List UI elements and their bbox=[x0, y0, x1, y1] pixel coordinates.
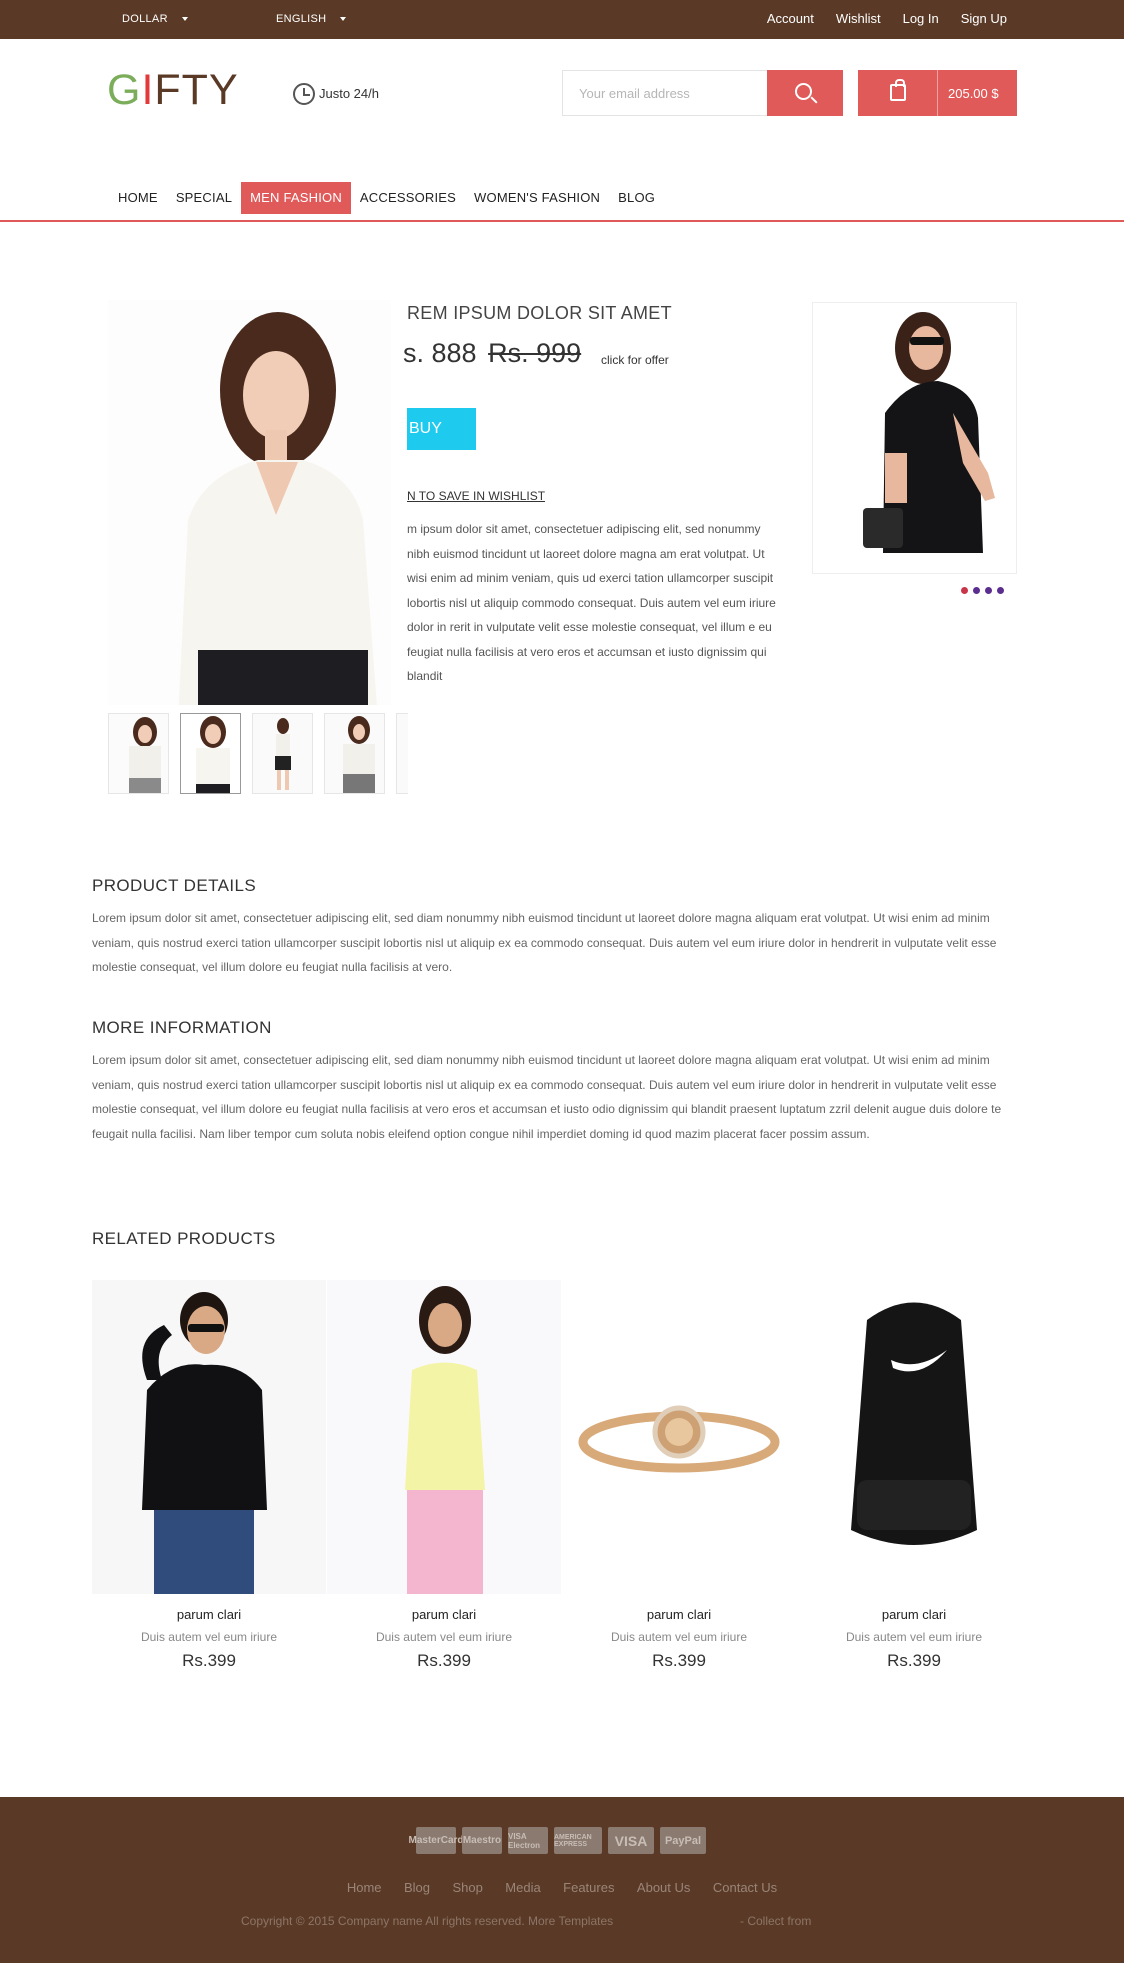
related-product-name[interactable]: parum clari bbox=[562, 1607, 796, 1622]
product-thumbnail[interactable] bbox=[252, 713, 313, 794]
related-products-heading: RELATED PRODUCTS bbox=[92, 1229, 276, 1248]
logo-letter-g: G bbox=[107, 66, 142, 114]
buy-button[interactable]: BUY bbox=[407, 408, 476, 450]
caret-down-icon bbox=[181, 17, 188, 22]
collect-from-link[interactable]: - Collect from bbox=[740, 1914, 811, 1928]
footer-link-blog[interactable]: Blog bbox=[404, 1880, 430, 1895]
currency-select[interactable]: DOLLAR bbox=[122, 13, 188, 25]
shopping-bag-icon bbox=[890, 79, 906, 101]
paypal-icon: PayPal bbox=[660, 1827, 706, 1854]
footer-link-features[interactable]: Features bbox=[563, 1880, 614, 1895]
footer-link-home[interactable]: Home bbox=[347, 1880, 382, 1895]
cart-divider bbox=[937, 70, 938, 116]
cart-button[interactable]: 205.00 $ bbox=[858, 70, 1017, 116]
wishlist-link[interactable]: Wishlist bbox=[836, 11, 881, 26]
related-product-image[interactable] bbox=[327, 1280, 561, 1594]
offer-link[interactable]: click for offer bbox=[601, 353, 669, 367]
related-product-price: Rs.399 bbox=[182, 1651, 236, 1670]
product-thumbnail[interactable] bbox=[324, 713, 385, 794]
visa-electron-icon: VISA Electron bbox=[508, 1827, 548, 1854]
top-bar: DOLLAR ENGLISH Account Wishlist Log In S… bbox=[0, 0, 1124, 39]
nav-womens-fashion[interactable]: WOMEN'S FASHION bbox=[465, 182, 609, 214]
current-price: s. 888 bbox=[403, 338, 477, 368]
carousel-dot[interactable] bbox=[961, 587, 968, 594]
footer-link-about[interactable]: About Us bbox=[637, 1880, 690, 1895]
footer-link-media[interactable]: Media bbox=[505, 1880, 540, 1895]
product-description: m ipsum dolor sit amet, consectetuer adi… bbox=[407, 522, 776, 683]
footer-link-shop[interactable]: Shop bbox=[452, 1880, 482, 1895]
copyright-text: Copyright © 2015 Company name All rights… bbox=[241, 1914, 614, 1928]
related-product-image[interactable] bbox=[797, 1280, 1031, 1594]
support-hours: Justo 24/h bbox=[319, 86, 379, 101]
product-details-heading: PRODUCT DETAILS bbox=[92, 876, 257, 895]
thumbnail-strip bbox=[108, 713, 408, 795]
product-thumbnail[interactable] bbox=[396, 713, 408, 794]
more-information-text: Lorem ipsum dolor sit amet, consectetuer… bbox=[92, 1053, 1002, 1141]
account-links: Account Wishlist Log In Sign Up bbox=[745, 11, 1007, 26]
maestro-icon: Maestro bbox=[462, 1827, 502, 1854]
payment-cards: MasterCard Maestro VISA Electron AMERICA… bbox=[408, 1827, 706, 1854]
clock-icon bbox=[293, 83, 315, 105]
product-price: s. 888 Rs. 999 bbox=[403, 338, 581, 369]
cart-total: 205.00 $ bbox=[948, 86, 999, 101]
product-title: REM IPSUM DOLOR SIT AMET bbox=[407, 303, 672, 323]
email-input[interactable] bbox=[562, 70, 767, 116]
related-product-image[interactable] bbox=[562, 1280, 796, 1594]
related-product-name[interactable]: parum clari bbox=[92, 1607, 326, 1622]
login-link[interactable]: Log In bbox=[903, 11, 939, 26]
language-select[interactable]: ENGLISH bbox=[276, 13, 347, 25]
carousel-dot[interactable] bbox=[973, 587, 980, 594]
related-product-price: Rs.399 bbox=[887, 1651, 941, 1670]
currency-label: DOLLAR bbox=[122, 13, 168, 25]
visa-icon: VISA bbox=[608, 1827, 654, 1854]
carousel-dot[interactable] bbox=[985, 587, 992, 594]
nav-accessories[interactable]: ACCESSORIES bbox=[351, 182, 465, 214]
more-information-heading: MORE INFORMATION bbox=[92, 1018, 272, 1037]
related-product-subtitle: Duis autem vel eum iriure bbox=[140, 1630, 278, 1644]
nav-special[interactable]: SPECIAL bbox=[167, 182, 241, 214]
carousel-dots bbox=[961, 587, 1004, 594]
nav-divider bbox=[0, 220, 1124, 222]
product-details-text: Lorem ipsum dolor sit amet, consectetuer… bbox=[92, 911, 997, 974]
caret-down-icon bbox=[340, 17, 347, 22]
logo[interactable]: GIFTY bbox=[107, 66, 239, 115]
save-wishlist-link[interactable]: N TO SAVE IN WISHLIST bbox=[407, 489, 545, 503]
carousel-dot[interactable] bbox=[997, 587, 1004, 594]
main-nav: HOME SPECIAL MEN FASHION ACCESSORIES WOM… bbox=[109, 182, 664, 214]
related-product-name[interactable]: parum clari bbox=[327, 1607, 561, 1622]
related-product-subtitle: Duis autem vel eum iriure bbox=[375, 1630, 513, 1644]
product-main-image[interactable] bbox=[108, 300, 391, 705]
nav-home[interactable]: HOME bbox=[109, 182, 167, 214]
search-icon bbox=[795, 83, 812, 100]
related-product-image[interactable] bbox=[92, 1280, 326, 1594]
product-thumbnail[interactable] bbox=[180, 713, 241, 794]
nav-blog[interactable]: BLOG bbox=[609, 182, 664, 214]
side-carousel-image[interactable] bbox=[812, 302, 1017, 574]
footer-link-contact[interactable]: Contact Us bbox=[713, 1880, 777, 1895]
signup-link[interactable]: Sign Up bbox=[961, 11, 1007, 26]
nav-men-fashion[interactable]: MEN FASHION bbox=[241, 182, 351, 214]
logo-letter-i: I bbox=[141, 66, 155, 114]
related-product-subtitle: Duis autem vel eum iriure bbox=[610, 1630, 748, 1644]
related-product-subtitle: Duis autem vel eum iriure bbox=[845, 1630, 983, 1644]
related-product-name[interactable]: parum clari bbox=[797, 1607, 1031, 1622]
account-link[interactable]: Account bbox=[767, 11, 814, 26]
language-label: ENGLISH bbox=[276, 13, 327, 25]
footer-links: Home Blog Shop Media Features About Us C… bbox=[0, 1879, 1124, 1897]
product-thumbnail[interactable] bbox=[108, 713, 169, 794]
logo-letters-rest: FTY bbox=[154, 66, 239, 114]
search-button[interactable] bbox=[767, 70, 843, 116]
american-express-icon: AMERICAN EXPRESS bbox=[554, 1827, 602, 1854]
related-product-price: Rs.399 bbox=[417, 1651, 471, 1670]
related-product-price: Rs.399 bbox=[652, 1651, 706, 1670]
mastercard-icon: MasterCard bbox=[408, 1827, 464, 1854]
old-price: Rs. 999 bbox=[488, 338, 582, 368]
